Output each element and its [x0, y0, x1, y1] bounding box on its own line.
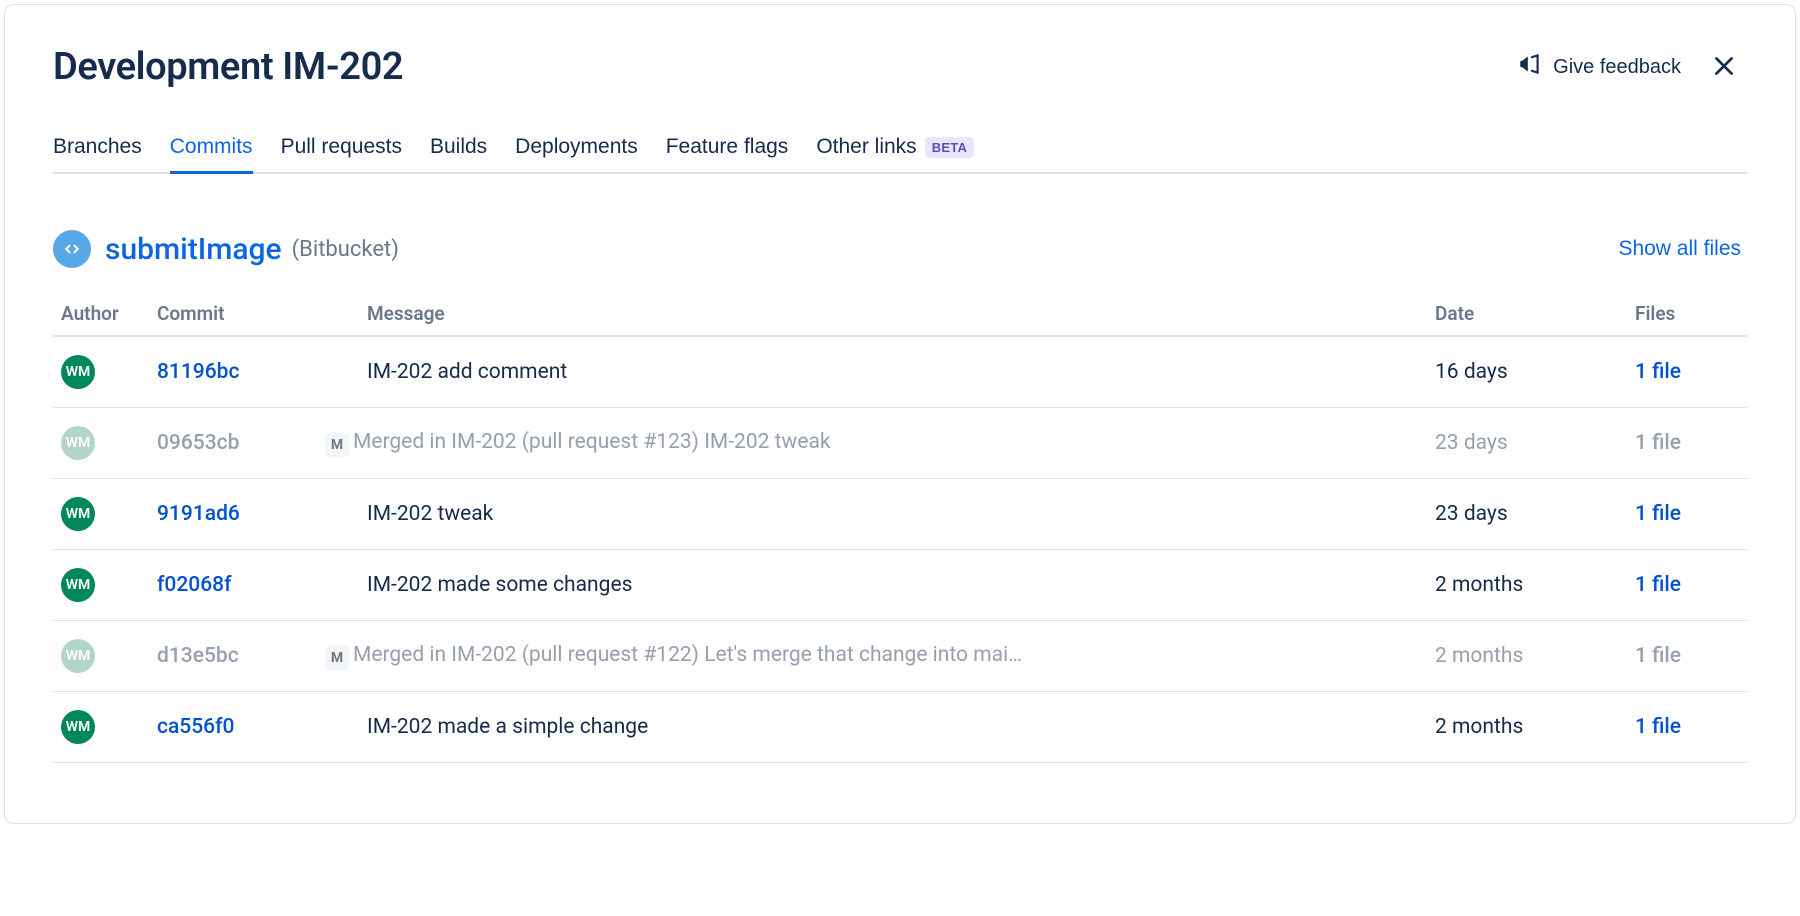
commit-hash-link[interactable]: 09653cb — [157, 431, 239, 455]
commit-hash-link[interactable]: 81196bc — [157, 360, 239, 384]
files-link[interactable]: 1 file — [1635, 573, 1681, 597]
table-row: WM ca556f0 IM-202 made a simple change 2 mo… — [53, 692, 1747, 763]
table-row: WM 09653cb MMerged in IM-202 (pull request… — [53, 408, 1747, 479]
tab-pull-requests[interactable]: Pull requests — [281, 135, 402, 174]
tab-builds[interactable]: Builds — [430, 135, 487, 174]
merge-badge: M — [325, 433, 349, 457]
give-feedback-label: Give feedback — [1553, 56, 1681, 79]
commit-message: Merged in IM-202 (pull request #123) IM-… — [353, 430, 831, 454]
close-icon — [1711, 53, 1737, 82]
avatar: WM — [61, 355, 95, 389]
panel-title: Development IM-202 — [53, 45, 403, 89]
commit-date: 23 days — [1435, 502, 1508, 526]
commit-date: 16 days — [1435, 360, 1508, 384]
panel-header: Development IM-202 Give feedback — [53, 43, 1747, 91]
avatar: WM — [61, 710, 95, 744]
close-button[interactable] — [1701, 44, 1747, 90]
col-commit: Commit — [149, 292, 359, 336]
commit-message: IM-202 tweak — [367, 502, 493, 526]
table-row: WM 81196bc IM-202 add comment 16 days 1 file — [53, 336, 1747, 408]
show-all-files-button[interactable]: Show all files — [1612, 236, 1747, 262]
commit-date: 2 months — [1435, 644, 1523, 668]
repo-header: submitImage (Bitbucket) Show all files — [53, 230, 1747, 268]
beta-badge: BETA — [925, 137, 974, 158]
table-row: WM 9191ad6 IM-202 tweak 23 days 1 file — [53, 479, 1747, 550]
repo-name-link[interactable]: submitImage — [105, 232, 282, 267]
tab-feature-flags[interactable]: Feature flags — [666, 135, 789, 174]
commits-table: Author Commit Message Date Files WM 81196… — [53, 292, 1747, 763]
commit-hash-link[interactable]: 9191ad6 — [157, 502, 240, 526]
commit-message: Merged in IM-202 (pull request #122) Let… — [353, 643, 1022, 667]
avatar: WM — [61, 568, 95, 602]
avatar: WM — [61, 426, 95, 460]
megaphone-icon — [1517, 51, 1543, 83]
table-row: WM d13e5bc MMerged in IM-202 (pull request… — [53, 621, 1747, 692]
tab-label: Commits — [170, 135, 253, 159]
repo-provider: (Bitbucket) — [292, 237, 399, 262]
avatar: WM — [61, 497, 95, 531]
commit-message: IM-202 add comment — [367, 360, 567, 384]
commit-hash-link[interactable]: d13e5bc — [157, 644, 239, 668]
files-link[interactable]: 1 file — [1635, 715, 1681, 739]
tab-deployments[interactable]: Deployments — [515, 135, 638, 174]
give-feedback-button[interactable]: Give feedback — [1503, 43, 1695, 91]
tab-label: Deployments — [515, 135, 638, 159]
tab-label: Feature flags — [666, 135, 789, 159]
commit-date: 2 months — [1435, 715, 1523, 739]
avatar: WM — [61, 639, 95, 673]
tab-label: Builds — [430, 135, 487, 159]
files-link[interactable]: 1 file — [1635, 360, 1681, 384]
commit-message: IM-202 made some changes — [367, 573, 632, 597]
commit-date: 2 months — [1435, 573, 1523, 597]
tab-branches[interactable]: Branches — [53, 135, 142, 174]
tabs: Branches Commits Pull requests Builds Deploy… — [53, 135, 1747, 174]
commit-message: IM-202 made a simple change — [367, 715, 648, 739]
files-link[interactable]: 1 file — [1635, 644, 1681, 668]
development-panel: Development IM-202 Give feedback Branche… — [4, 4, 1796, 824]
files-link[interactable]: 1 file — [1635, 431, 1681, 455]
col-message: Message — [359, 292, 1427, 336]
commit-date: 23 days — [1435, 431, 1508, 455]
tab-other-links[interactable]: Other links BETA — [816, 135, 974, 174]
merge-badge: M — [325, 646, 349, 670]
commit-hash-link[interactable]: ca556f0 — [157, 715, 234, 739]
col-date: Date — [1427, 292, 1627, 336]
col-files: Files — [1627, 292, 1747, 336]
tab-label: Pull requests — [281, 135, 402, 159]
table-row: WM f02068f IM-202 made some changes 2 month… — [53, 550, 1747, 621]
files-link[interactable]: 1 file — [1635, 502, 1681, 526]
tab-commits[interactable]: Commits — [170, 135, 253, 174]
code-icon — [53, 230, 91, 268]
col-author: Author — [53, 292, 149, 336]
tab-label: Other links — [816, 135, 916, 159]
commit-hash-link[interactable]: f02068f — [157, 573, 232, 597]
tab-label: Branches — [53, 135, 142, 159]
